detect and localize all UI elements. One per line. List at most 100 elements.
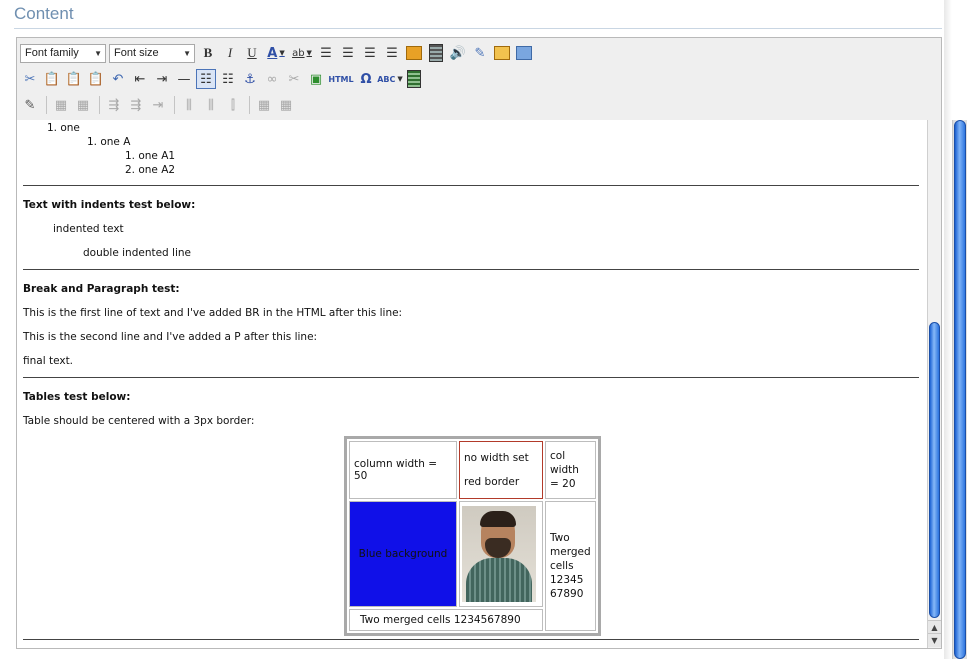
toolbar-row-2: ✂ 📋 📋 📋 ↶ ⇤ ⇥ — ☷ ☷ ⚓ ∞ ✂ ▣ HTML Ω ABC ▼ — [20, 67, 426, 91]
list-item: 1. one — [47, 122, 80, 134]
insert-flash-icon[interactable] — [492, 43, 512, 63]
numbered-list-icon[interactable]: ☷ — [218, 69, 238, 89]
table-cell-photo[interactable] — [459, 501, 543, 607]
font-family-select[interactable]: Font family ▼ — [20, 43, 106, 63]
italic-button[interactable]: I — [220, 43, 240, 63]
indented-text: indented text — [53, 223, 124, 235]
divider — [23, 185, 919, 186]
media-icon[interactable] — [404, 69, 424, 89]
editor-scrollbar-thumb[interactable] — [929, 322, 940, 618]
table-cell-blue[interactable]: Blue background — [349, 501, 457, 607]
bold-button[interactable]: B — [198, 43, 218, 63]
table-props-icon[interactable]: ▦ — [51, 95, 71, 115]
paragraph-line: This is the second line and I've added a… — [23, 331, 318, 343]
table-cell-merged-horizontal[interactable]: Two merged cells 1234567890 — [349, 609, 543, 631]
align-justify-icon[interactable]: ☰ — [382, 43, 402, 63]
editor-scrollbar[interactable]: ▲ ▼ — [927, 120, 941, 648]
double-indented-text: double indented line — [83, 247, 192, 259]
fullscreen-icon[interactable] — [514, 43, 534, 63]
toolbar-row-1: Font family ▼ Font size ▼ B I U A ▼ ab ▼ ☰… — [20, 41, 536, 65]
paste-word-icon[interactable]: 📋 — [86, 69, 106, 89]
font-family-label: Font family — [25, 47, 79, 59]
font-size-select[interactable]: Font size ▼ — [109, 43, 195, 63]
insert-audio-icon[interactable]: 🔊 — [448, 43, 468, 63]
title-divider — [14, 28, 942, 29]
special-char-icon[interactable]: Ω — [356, 69, 376, 89]
cell-text: 67890 — [550, 588, 584, 600]
bullet-list-icon[interactable]: ☷ — [196, 69, 216, 89]
unlink-icon[interactable]: ✂ — [284, 69, 304, 89]
cell-text: no width set — [464, 452, 529, 464]
split-cells-icon[interactable]: ▦ — [254, 95, 274, 115]
underline-button[interactable]: U — [242, 43, 262, 63]
row-props-icon[interactable]: ▦ — [73, 95, 93, 115]
portrait-photo — [462, 506, 536, 602]
cell-text: cells — [550, 560, 574, 572]
scroll-up-arrow-icon[interactable]: ▲ — [928, 620, 941, 634]
tables-note: Table should be centered with a 3px bord… — [23, 415, 255, 427]
insert-link-file-icon[interactable]: ✎ — [470, 43, 490, 63]
list-item: 1. one A1 — [125, 150, 176, 162]
insert-col-after-icon[interactable]: ⫼ — [201, 95, 221, 115]
chevron-down-icon: ▼ — [183, 48, 191, 58]
break-heading: Break and Paragraph test: — [23, 283, 180, 295]
test-table[interactable]: column width = 50 no width set red borde… — [344, 436, 601, 636]
list-item: 2. one A2 — [125, 164, 176, 176]
spellcheck-icon: ABC — [377, 74, 396, 84]
cell-text: red border — [464, 476, 520, 488]
outdent-icon[interactable]: ⇤ — [130, 69, 150, 89]
table-cell-merged-vertical[interactable]: Two merged cells 12345 67890 — [545, 501, 596, 631]
cut-icon[interactable]: ✂ — [20, 69, 40, 89]
divider — [23, 377, 919, 378]
table-cell[interactable]: column width = 50 — [349, 441, 457, 499]
horizontal-rule-icon[interactable]: — — [174, 69, 194, 89]
section-title: Content — [14, 4, 74, 23]
link-icon[interactable]: ∞ — [262, 69, 282, 89]
insert-row-before-icon[interactable]: ⇶ — [104, 95, 124, 115]
divider — [23, 269, 919, 270]
paragraph-line: final text. — [23, 355, 74, 367]
html-source-button[interactable]: HTML — [328, 69, 354, 89]
highlight-icon: ab — [292, 47, 305, 59]
indent-icon[interactable]: ⇥ — [152, 69, 172, 89]
indent-heading: Text with indents test below: — [23, 199, 196, 211]
page-scrollbar[interactable] — [952, 120, 967, 659]
paste-icon[interactable]: 📋 — [42, 69, 62, 89]
toolbar-row-3: ✎ ▦ ▦ ⇶ ⇶ ⇥ ⫼ ⫼ ⫿ ▦ ▦ — [20, 93, 298, 117]
table-cell-red-border[interactable]: no width set red border — [459, 441, 543, 499]
paste-text-icon[interactable]: 📋 — [64, 69, 84, 89]
anchor-icon[interactable]: ⚓ — [240, 69, 260, 89]
cell-text: = 20 — [550, 478, 576, 490]
rich-text-editor: Font family ▼ Font size ▼ B I U A ▼ ab ▼ ☰… — [16, 37, 942, 649]
editor-content-area[interactable]: 1. one 1. one A 1. one A1 2. one A2 Text… — [17, 120, 927, 648]
delete-row-icon[interactable]: ⇥ — [148, 95, 168, 115]
insert-row-after-icon[interactable]: ⇶ — [126, 95, 146, 115]
merge-cells-icon[interactable]: ▦ — [276, 95, 296, 115]
align-right-icon[interactable]: ☰ — [360, 43, 380, 63]
align-center-icon[interactable]: ☰ — [338, 43, 358, 63]
highlight-color-button[interactable]: ab ▼ — [290, 43, 314, 63]
chevron-down-icon: ▼ — [94, 48, 102, 58]
cell-text: col — [550, 450, 566, 462]
undo-icon[interactable]: ↶ — [108, 69, 128, 89]
spellcheck-button[interactable]: ABC ▼ — [377, 69, 403, 89]
table-cell[interactable]: col width = 20 — [545, 441, 596, 499]
scroll-down-arrow-icon[interactable]: ▼ — [928, 633, 941, 647]
tables-heading: Tables test below: — [23, 391, 131, 403]
paragraph-line: This is the first line of text and I've … — [23, 307, 403, 319]
page-scrollbar-thumb[interactable] — [954, 120, 966, 659]
page-edge-shadow — [944, 0, 952, 659]
font-size-label: Font size — [114, 47, 159, 59]
insert-media-icon[interactable] — [426, 43, 446, 63]
image-icon[interactable]: ▣ — [306, 69, 326, 89]
font-color-button[interactable]: A ▼ — [264, 43, 288, 63]
cell-text: 12345 — [550, 574, 584, 586]
align-left-icon[interactable]: ☰ — [316, 43, 336, 63]
font-color-icon: A — [267, 45, 278, 61]
delete-col-icon[interactable]: ⫿ — [223, 95, 243, 115]
cell-text: Two — [550, 532, 570, 544]
editor-toolbar: Font family ▼ Font size ▼ B I U A ▼ ab ▼ ☰… — [17, 38, 941, 121]
edit-css-icon[interactable]: ✎ — [20, 95, 40, 115]
insert-image-icon[interactable] — [404, 43, 424, 63]
insert-col-before-icon[interactable]: ⫼ — [179, 95, 199, 115]
